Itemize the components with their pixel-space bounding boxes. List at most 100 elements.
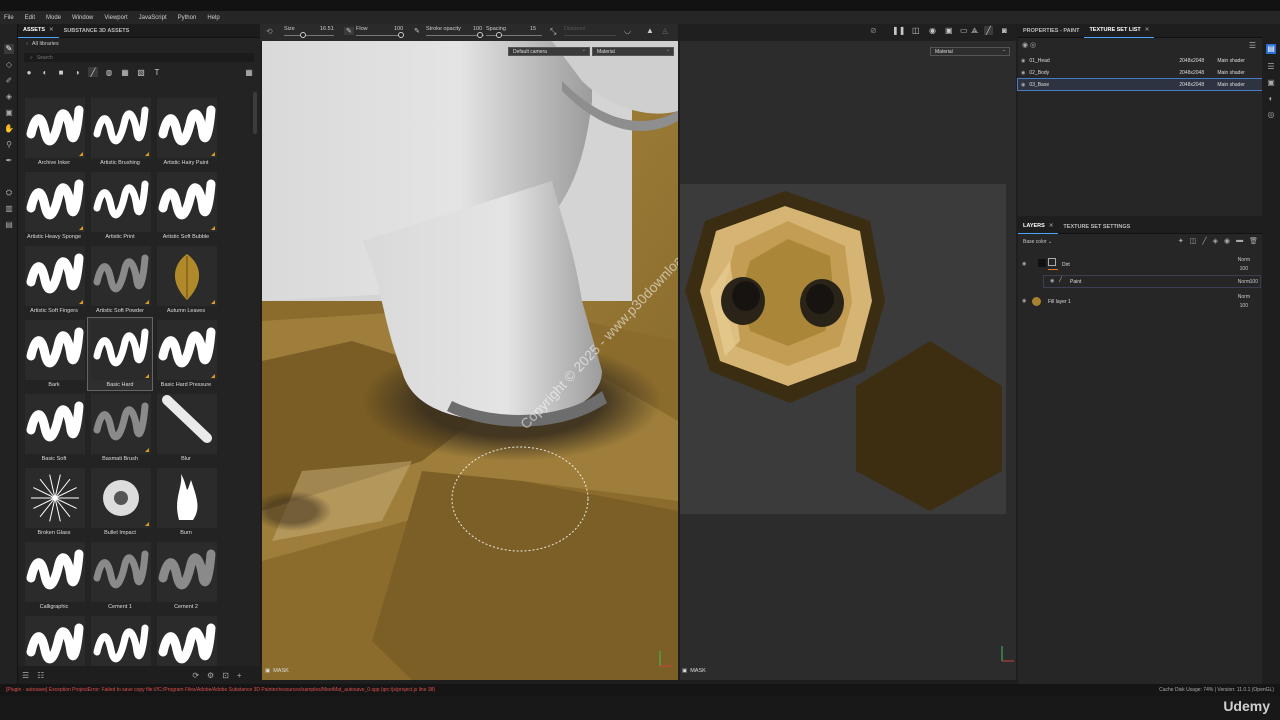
display-settings-icon[interactable]: ◐	[1266, 94, 1276, 104]
add-icon[interactable]: +	[237, 671, 242, 680]
menu-icon[interactable]: ☰	[1249, 41, 1256, 50]
blend-mode[interactable]: Norm	[1238, 294, 1250, 300]
add-fill-layer-icon[interactable]: ◈	[1213, 237, 1218, 245]
measure-tool-icon[interactable]: ▥	[4, 204, 14, 214]
alignment-icon[interactable]: ▲	[646, 26, 654, 35]
settings-icon[interactable]: ⚙	[207, 671, 214, 680]
filter-particles-icon[interactable]: ◍	[104, 67, 114, 77]
spacing-value[interactable]: 15	[530, 26, 536, 32]
filter-alphas-icon[interactable]: ▦	[120, 67, 130, 77]
brush-item[interactable]: Artistic Brushing	[88, 96, 152, 168]
texture-set-row[interactable]: ◉ 01_Head 2048x2048 Main shader	[1018, 55, 1262, 66]
material-mode-dropdown-3d[interactable]: Material	[592, 46, 674, 56]
refresh-icon[interactable]: ⟳	[192, 671, 199, 680]
brush-item[interactable]: Artistic Print	[88, 170, 152, 242]
mirror-icon[interactable]: ◡	[624, 26, 631, 35]
brush-mode-icon[interactable]: ╱	[984, 26, 993, 35]
brush-item[interactable]: Blur	[154, 392, 218, 464]
pause-icon[interactable]: ❚❚	[892, 26, 905, 35]
brush-item[interactable]: Artistic Soft Powder	[88, 244, 152, 316]
layer-opacity[interactable]: 100	[1240, 303, 1248, 309]
eraser-tool-icon[interactable]: ◇	[4, 60, 14, 70]
filter-smart-materials-icon[interactable]: ◐	[40, 67, 50, 77]
delete-layer-icon[interactable]: 🗑	[1249, 237, 1258, 245]
polygon-fill-icon[interactable]: ▣	[4, 108, 14, 118]
brush-item[interactable]: Artistic Soft Bubble	[154, 170, 218, 242]
eye-icon[interactable]: ◉	[1022, 298, 1026, 304]
material-mode-dropdown-2d[interactable]: Material	[930, 46, 1010, 56]
share-tool-icon[interactable]: ▤	[4, 220, 14, 230]
geometry-fill-icon[interactable]: ◈	[4, 92, 14, 102]
close-icon[interactable]: ✕	[49, 27, 54, 33]
flow-slider[interactable]	[356, 35, 404, 36]
size-slider[interactable]	[284, 35, 334, 36]
filter-generators-icon[interactable]: ◑	[72, 67, 82, 77]
filter-text-icon[interactable]: T	[152, 67, 162, 77]
layer-row[interactable]: ◉ Fill layer 1 Norm 100	[1018, 294, 1262, 312]
tab-texture-set-list[interactable]: TEXTURE SET LIST ✕	[1084, 24, 1155, 38]
blend-mode[interactable]: Norm	[1238, 257, 1250, 263]
menu-mode[interactable]: Mode	[46, 15, 61, 21]
projection-tool-icon[interactable]: ✐	[4, 76, 14, 86]
texture-set-row[interactable]: ◉ 02_Body 2048x2048 Main shader	[1018, 67, 1262, 78]
filter-materials-icon[interactable]: ●	[24, 67, 34, 77]
pen-pressure-icon[interactable]: ✎	[344, 27, 354, 35]
opacity-value[interactable]: 100	[473, 26, 482, 32]
add-effect-icon[interactable]: ✦	[1178, 237, 1184, 245]
layer-row[interactable]: ◉ Dirt Norm 100	[1018, 257, 1262, 275]
spacing-slider[interactable]	[486, 35, 542, 36]
filter-textures-icon[interactable]: ▧	[136, 67, 146, 77]
brush-item[interactable]: Artistic Heavy Sponge	[22, 170, 86, 242]
layer-opacity[interactable]: 100	[1250, 279, 1258, 285]
brush-item[interactable]: Basmati Brush	[88, 392, 152, 464]
menu-javascript[interactable]: JavaScript	[139, 15, 167, 21]
texture-set-icon[interactable]: ▤	[1266, 44, 1276, 54]
layer-row[interactable]: ◉ ╱ Paint Norm 100	[1043, 275, 1261, 288]
tab-layers[interactable]: LAYERS ✕	[1018, 220, 1059, 234]
library-selector[interactable]: › All libraries	[18, 38, 260, 50]
menu-file[interactable]: File	[4, 15, 14, 21]
brush-item[interactable]: Basic Hard	[87, 317, 153, 391]
visibility-off-icon[interactable]: ⊘	[870, 26, 877, 35]
eye-icon[interactable]: ◉	[1021, 82, 1025, 88]
brush-item[interactable]: Basic Hard Pressure	[154, 318, 218, 390]
distance-slider[interactable]	[564, 35, 616, 36]
close-icon[interactable]: ✕	[1049, 223, 1054, 229]
add-mask-icon[interactable]: ◫	[1190, 237, 1197, 245]
flow-pressure-icon[interactable]: ✎	[414, 27, 420, 35]
eye-icon[interactable]: ◉	[1021, 70, 1025, 76]
brush-item[interactable]: Cement 2	[154, 540, 218, 612]
blend-mode[interactable]: Norm	[1238, 279, 1250, 285]
eye-toggle-all-icon[interactable]: ◉ ◎	[1022, 41, 1036, 49]
assets-scrollbar[interactable]	[253, 92, 257, 134]
add-layer-instance-icon[interactable]: ◉	[1224, 237, 1230, 245]
flow-slider-handle[interactable]	[398, 32, 404, 38]
brush-item[interactable]: Artistic Hairy Paint	[154, 96, 218, 168]
brush-item[interactable]: Autumn Leaves	[154, 244, 218, 316]
tangent-icon[interactable]: ◬	[662, 26, 668, 35]
brush-item[interactable]: Basic Soft	[22, 392, 86, 464]
layer-opacity[interactable]: 100	[1240, 266, 1248, 272]
search-input[interactable]: ⌕ Search	[24, 53, 254, 62]
layers-icon[interactable]: ☰	[1266, 62, 1276, 72]
import-icon[interactable]: ⊡	[222, 671, 229, 680]
brush-item[interactable]: Broken Glass	[22, 466, 86, 538]
flow-value[interactable]: 100	[394, 26, 403, 32]
channel-dropdown[interactable]: Base color ⌄	[1023, 239, 1052, 245]
tab-properties[interactable]: PROPERTIES - PAINT	[1018, 24, 1084, 38]
viewport-3d[interactable]: Default camera Material Copyright © 2025…	[262, 41, 678, 680]
brush-item[interactable]: Burn	[154, 466, 218, 538]
menu-edit[interactable]: Edit	[25, 15, 35, 21]
brush-item[interactable]: Cement 1	[88, 540, 152, 612]
viewport-2d[interactable]: Material ▣MASK	[680, 41, 1016, 680]
shader-settings-icon[interactable]: ◎	[1266, 110, 1276, 120]
eye-icon[interactable]: ◉	[1022, 261, 1026, 267]
menu-viewport[interactable]: Viewport	[104, 15, 127, 21]
brush-item[interactable]: Bullet Impact	[88, 466, 152, 538]
brush-item[interactable]: Calligraphic	[22, 540, 86, 612]
screenshot-icon[interactable]: ◙	[1002, 26, 1007, 35]
mask-toggle-3d[interactable]: ▣ MASK	[265, 668, 289, 674]
add-paint-layer-icon[interactable]: ╱	[1202, 237, 1206, 245]
tab-substance-assets[interactable]: SUBSTANCE 3D ASSETS	[59, 24, 135, 38]
smudge-tool-icon[interactable]: ✋	[4, 124, 14, 134]
